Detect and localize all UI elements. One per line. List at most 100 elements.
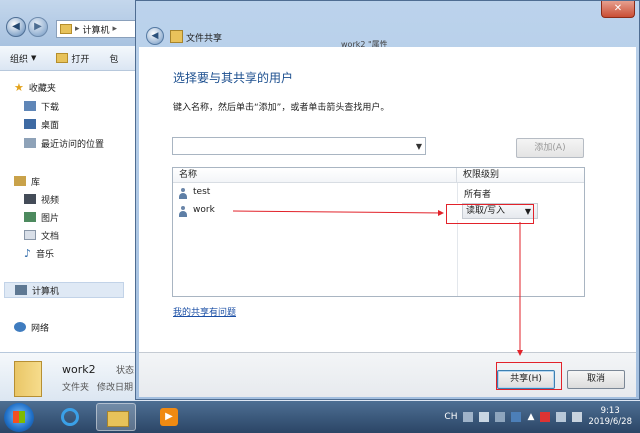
organize-label: 组织 [10, 54, 29, 65]
nav-libraries-label: 库 [31, 177, 41, 188]
nav-item-label: 文档 [41, 231, 60, 242]
dialog-back-button[interactable]: ◀ [146, 27, 164, 45]
taskbar-media-player[interactable]: ▶ [148, 403, 188, 431]
nav-item-label: 下载 [41, 102, 60, 113]
taskbar: ▶ CH ▲ 9:13 2019/6/28 [0, 401, 640, 433]
back-arrow-icon: ◀ [151, 31, 159, 41]
back-button[interactable]: ◀ [6, 17, 26, 37]
address-bar[interactable]: ▸ 计算机 ▸ [56, 20, 139, 38]
dialog-body: 选择要与其共享的用户 键入名称，然后单击“添加”，或者单击箭头查找用户。 ▼ 添… [139, 47, 636, 352]
music-note-icon: ♪ [24, 246, 32, 260]
network-status-icon[interactable] [556, 412, 567, 422]
details-status-label: 状态 [116, 366, 135, 376]
desktop-icon [24, 119, 36, 129]
taskbar-file-explorer[interactable] [96, 403, 136, 431]
video-icon [24, 194, 36, 204]
picture-icon [24, 212, 36, 222]
computer-icon [15, 285, 27, 295]
device-icon[interactable] [511, 412, 522, 422]
nav-item-downloads[interactable]: 下载 [24, 98, 59, 114]
nav-computer-label: 计算机 [32, 286, 60, 297]
system-tray: CH ▲ 9:13 2019/6/28 [444, 405, 632, 429]
annotation-box-share [496, 362, 562, 390]
open-label: 打开 [71, 54, 90, 65]
column-header-name[interactable]: 名称 [173, 168, 457, 183]
dialog-title-bar: work2 "属性 ✕ ◀ 文件共享 [136, 1, 639, 49]
chevron-down-icon: ▼ [31, 54, 37, 62]
dialog-caption: 文件共享 [186, 34, 223, 44]
action-center-flag-icon[interactable] [540, 412, 551, 422]
row-user-name: work [193, 205, 215, 215]
start-button[interactable] [4, 403, 34, 432]
breadcrumb-separator-icon: ▸ [75, 24, 80, 34]
internet-explorer-icon [61, 408, 79, 426]
close-button[interactable]: ✕ [601, 1, 635, 18]
help-icon[interactable] [495, 412, 506, 422]
nav-item-music[interactable]: ♪ 音乐 [24, 245, 54, 261]
nav-favorites[interactable]: ★ 收藏夹 [14, 79, 56, 95]
user-icon [179, 206, 187, 217]
nav-item-label: 音乐 [36, 249, 55, 260]
library-icon [14, 176, 26, 186]
nav-network-label: 网络 [31, 323, 50, 334]
clock-date: 2019/6/28 [588, 417, 632, 427]
file-explorer-icon [107, 411, 129, 427]
media-player-icon: ▶ [160, 408, 178, 426]
details-modified-label: 修改日期 [97, 383, 134, 393]
navigation-pane: ★ 收藏夹 下载 桌面 最近访问的位置 库 视频 图片 文档 ♪ 音乐 计算机 … [0, 71, 135, 351]
download-icon [24, 101, 36, 111]
dialog-instruction: 键入名称，然后单击“添加”，或者单击箭头查找用户。 [173, 103, 390, 113]
user-permission-list: 名称 权限级别 test 所有者 work 读取/写入 ▼ [172, 167, 585, 297]
chevron-down-icon[interactable]: ▼ [416, 142, 422, 151]
nav-computer[interactable]: 计算机 [4, 282, 124, 298]
document-icon [24, 230, 36, 240]
folder-icon [60, 24, 72, 34]
nav-favorites-label: 收藏夹 [28, 83, 56, 94]
table-row[interactable]: test 所有者 [173, 185, 584, 202]
include-label: 包 [109, 54, 119, 65]
nav-item-label: 图片 [41, 213, 60, 224]
nav-item-recent[interactable]: 最近访问的位置 [24, 135, 104, 151]
forward-button[interactable]: ▶ [28, 17, 48, 37]
annotation-box-permission [446, 204, 534, 224]
folder-large-icon [14, 361, 42, 397]
close-icon: ✕ [613, 3, 623, 14]
nav-libraries[interactable]: 库 [14, 173, 40, 189]
clock-time: 9:13 [600, 406, 620, 416]
breadcrumb-chevron-icon: ▸ [112, 24, 118, 34]
network-icon [14, 322, 26, 332]
details-type: 文件夹 [62, 383, 90, 393]
taskbar-internet-explorer[interactable] [50, 403, 90, 431]
volume-icon[interactable] [572, 412, 583, 422]
nav-network[interactable]: 网络 [14, 319, 49, 335]
keyboard-icon[interactable] [463, 412, 474, 422]
open-folder-icon [56, 53, 69, 63]
show-hidden-icons-chevron-icon[interactable]: ▲ [527, 412, 534, 422]
user-name-combobox[interactable]: ▼ [172, 137, 426, 155]
file-sharing-dialog: work2 "属性 ✕ ◀ 文件共享 选择要与其共享的用户 键入名称，然后单击“… [135, 0, 640, 400]
recent-places-icon [24, 138, 36, 148]
nav-item-label: 视频 [41, 195, 60, 206]
column-header-permission[interactable]: 权限级别 [457, 168, 584, 183]
nav-item-desktop[interactable]: 桌面 [24, 116, 59, 132]
organize-menu[interactable]: 组织 ▼ [0, 52, 46, 65]
nav-item-label: 最近访问的位置 [41, 139, 105, 150]
clock[interactable]: 9:13 2019/6/28 [588, 406, 632, 428]
input-method-icon[interactable] [479, 412, 490, 422]
star-icon: ★ [14, 80, 24, 94]
row-permission: 所有者 [464, 190, 492, 200]
add-button[interactable]: 添加(A) [516, 138, 584, 158]
nav-item-label: 桌面 [41, 120, 60, 131]
open-button[interactable]: 打开 [46, 52, 99, 65]
language-indicator[interactable]: CH [444, 412, 457, 422]
nav-item-videos[interactable]: 视频 [24, 191, 59, 207]
sharing-help-link[interactable]: 我的共享有问题 [173, 305, 236, 318]
details-name: work2 [62, 363, 96, 376]
user-icon [179, 188, 187, 199]
breadcrumb-computer[interactable]: 计算机 [83, 23, 110, 36]
nav-item-documents[interactable]: 文档 [24, 227, 59, 243]
include-in-library-button[interactable]: 包 [99, 52, 128, 65]
cancel-button[interactable]: 取消 [567, 370, 625, 389]
nav-item-pictures[interactable]: 图片 [24, 209, 59, 225]
row-user-name: test [193, 187, 211, 197]
